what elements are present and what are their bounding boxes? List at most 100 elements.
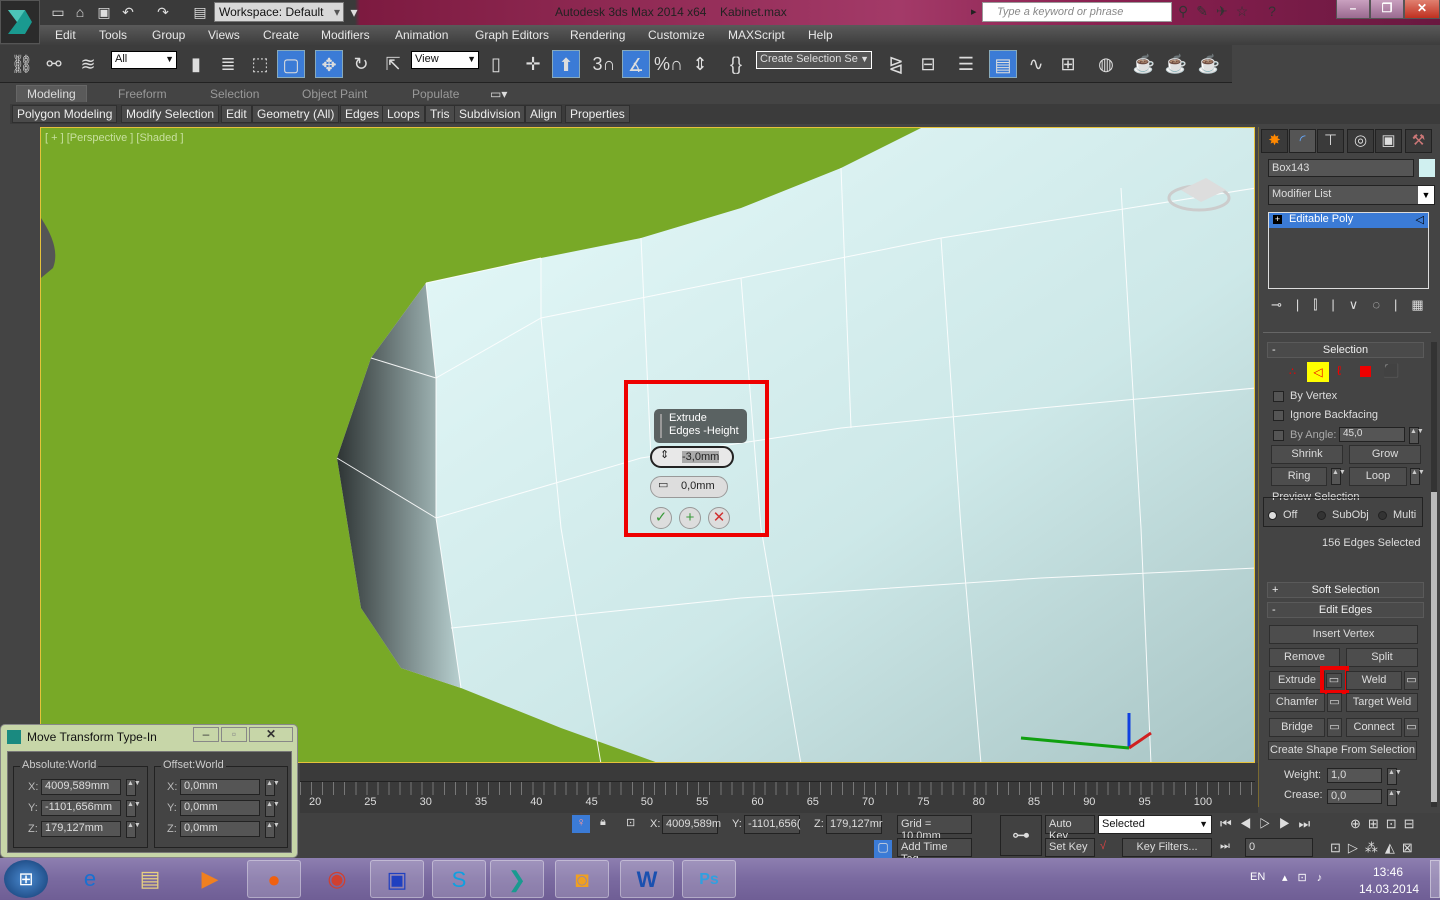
select-and-move-icon[interactable]: ✥ xyxy=(315,50,343,78)
window-crossing-icon[interactable]: ▢ xyxy=(277,50,305,78)
abs-x-field[interactable]: 4009,589mm xyxy=(41,779,121,795)
panel-geometry-all[interactable]: Geometry (All) xyxy=(252,105,340,123)
motion-tab-icon[interactable]: ◎ xyxy=(1347,129,1374,153)
schematic-view-icon[interactable]: ⊞ xyxy=(1054,50,1082,78)
by-vertex-checkbox[interactable] xyxy=(1273,391,1284,402)
material-editor-icon[interactable]: ◍ xyxy=(1092,50,1120,78)
word-icon[interactable]: W xyxy=(620,860,674,898)
menu-graph-editors[interactable]: Graph Editors xyxy=(475,28,549,42)
menu-views[interactable]: Views xyxy=(208,28,240,42)
project-folder-icon[interactable]: ▤ xyxy=(192,4,208,20)
abs-z-field[interactable]: 179,127mm xyxy=(41,821,121,837)
offset-z-field[interactable]: 0,0mm xyxy=(180,821,260,837)
chamfer-button[interactable]: Chamfer xyxy=(1269,693,1325,712)
status-y-field[interactable]: -1101,656( xyxy=(744,815,800,834)
workspace-dropdown[interactable]: Workspace: Default xyxy=(214,2,344,22)
key-mode-dropdown[interactable]: Selected ▼ xyxy=(1098,815,1212,834)
bind-space-warp-icon[interactable]: ≋ xyxy=(74,50,102,78)
named-selection-dropdown[interactable]: Create Selection Se xyxy=(756,51,872,69)
layer-explorer-icon[interactable]: ☰ xyxy=(952,50,980,78)
connect-settings-button[interactable]: ▭ xyxy=(1404,718,1419,737)
preview-multi-radio[interactable] xyxy=(1378,511,1387,520)
create-tab-icon[interactable]: ✸ xyxy=(1261,129,1288,153)
ignore-backfacing-checkbox[interactable] xyxy=(1273,410,1284,421)
bridge-button[interactable]: Bridge xyxy=(1269,718,1325,737)
loop-button[interactable]: Loop xyxy=(1349,467,1407,486)
selection-lock-icon[interactable]: 🔒︎ xyxy=(600,816,606,829)
key-filters-button[interactable]: Key Filters... xyxy=(1122,838,1212,857)
panel-edit[interactable]: Edit xyxy=(221,105,252,123)
select-by-name-icon[interactable]: ≣ xyxy=(214,50,242,78)
infocenter-icons[interactable]: ⚲✎✈☆ ? xyxy=(1178,3,1284,20)
connect-button[interactable]: Connect xyxy=(1346,718,1402,737)
ring-spinner[interactable]: ▲▼ xyxy=(1331,468,1346,485)
3dsmax-taskbar-icon[interactable]: ❯ xyxy=(490,860,544,898)
rendered-frame-window-icon[interactable]: ☕ xyxy=(1162,50,1190,78)
select-and-rotate-icon[interactable]: ↻ xyxy=(347,50,375,78)
align-icon[interactable]: ⊟ xyxy=(914,50,942,78)
preview-off-radio[interactable] xyxy=(1268,511,1277,520)
reference-coordinate-dropdown[interactable]: View xyxy=(411,51,479,69)
angle-field[interactable]: 45,0 xyxy=(1339,427,1405,442)
menu-rendering[interactable]: Rendering xyxy=(570,28,625,42)
show-desktop-button[interactable] xyxy=(1430,860,1440,898)
menu-edit[interactable]: Edit xyxy=(55,28,76,42)
quick-access-menu-icon[interactable]: ▾ xyxy=(346,4,362,20)
border-mode-icon[interactable]: ℓ xyxy=(1337,363,1341,378)
offset-x-field[interactable]: 0,0mm xyxy=(180,779,260,795)
modifier-list-dropdown[interactable]: Modifier List ▼ xyxy=(1268,185,1435,205)
ribbon-tab-populate[interactable]: Populate xyxy=(412,87,459,101)
remove-button[interactable]: Remove xyxy=(1269,648,1340,667)
curve-editor-icon[interactable]: ∿ xyxy=(1022,50,1050,78)
tray-icons[interactable]: ▴⊡♪ xyxy=(1282,871,1332,884)
spinner-icon[interactable]: ⇕ xyxy=(660,448,669,461)
maximize-button[interactable]: ❐ xyxy=(1370,0,1404,19)
manipulate-icon[interactable]: ✛ xyxy=(519,50,547,78)
command-panel-scrollbar[interactable] xyxy=(1431,342,1437,807)
set-key-button[interactable]: Set Key xyxy=(1045,838,1095,857)
abs-y-field[interactable]: -1101,656mm xyxy=(41,800,121,816)
ribbon-options-icon[interactable]: ▭▾ xyxy=(490,87,507,101)
viewport-label[interactable]: [ + ] [Perspective ] [Shaded ] xyxy=(45,132,184,144)
offset-y-field[interactable]: 0,0mm xyxy=(180,800,260,816)
menu-maxscript[interactable]: MAXScript xyxy=(728,28,785,42)
display-tab-icon[interactable]: ▣ xyxy=(1375,129,1402,153)
menu-help[interactable]: Help xyxy=(808,28,833,42)
panel-edges[interactable]: Edges xyxy=(340,105,385,123)
apply-button[interactable]: + xyxy=(679,507,701,529)
selection-rollout-header[interactable]: - Selection xyxy=(1267,342,1424,358)
panel-polygon-modeling[interactable]: Polygon Modeling xyxy=(12,105,118,123)
object-name-field[interactable]: Box143 xyxy=(1268,159,1414,177)
panel-subdivision[interactable]: Subdivision xyxy=(454,105,526,123)
minimize-button[interactable]: – xyxy=(1336,0,1370,19)
render-setup-icon[interactable]: ☕ xyxy=(1130,50,1158,78)
menu-customize[interactable]: Customize xyxy=(648,28,705,42)
dialog-maximize-button[interactable]: ▫ xyxy=(221,727,247,742)
edit-edges-rollout-header[interactable]: - Edit Edges xyxy=(1267,602,1424,618)
panel-align[interactable]: Align xyxy=(525,105,562,123)
menu-create[interactable]: Create xyxy=(263,28,299,42)
panel-properties[interactable]: Properties xyxy=(565,105,630,123)
menu-modifiers[interactable]: Modifiers xyxy=(321,28,370,42)
create-shape-button[interactable]: Create Shape From Selection xyxy=(1268,741,1417,760)
extrude-height-field[interactable]: ⇕ -3,0mm xyxy=(650,446,734,468)
close-button[interactable]: ✕ xyxy=(1404,0,1440,19)
panel-tris[interactable]: Tris xyxy=(425,105,455,123)
open-file-icon[interactable]: ⌂ xyxy=(72,4,88,20)
element-mode-icon[interactable]: ⬛ xyxy=(1383,363,1399,379)
abs-z-spinner[interactable]: ▲▼ xyxy=(126,821,141,838)
offset-x-spinner[interactable]: ▲▼ xyxy=(265,779,280,796)
panel-modify-selection[interactable]: Modify Selection xyxy=(121,105,220,123)
modify-tab-icon[interactable]: ◜ xyxy=(1289,129,1316,153)
weight-field[interactable]: 1,0 xyxy=(1327,768,1382,783)
ring-button[interactable]: Ring xyxy=(1271,467,1327,486)
status-z-field[interactable]: 179,127mr xyxy=(826,815,883,834)
viewport-nav-controls[interactable]: ⊕⊞⊡⊟ xyxy=(1350,816,1422,832)
rectangular-selection-icon[interactable]: ⬚ xyxy=(246,50,274,78)
crease-spinner[interactable]: ▲▼ xyxy=(1387,789,1402,806)
weld-settings-button[interactable]: ▭ xyxy=(1404,671,1419,690)
ok-button[interactable]: ✓ xyxy=(650,507,672,529)
dialog-minimize-button[interactable]: – xyxy=(193,727,219,742)
undo-icon[interactable]: ↶ xyxy=(120,4,136,20)
extrude-button[interactable]: Extrude xyxy=(1269,671,1325,690)
